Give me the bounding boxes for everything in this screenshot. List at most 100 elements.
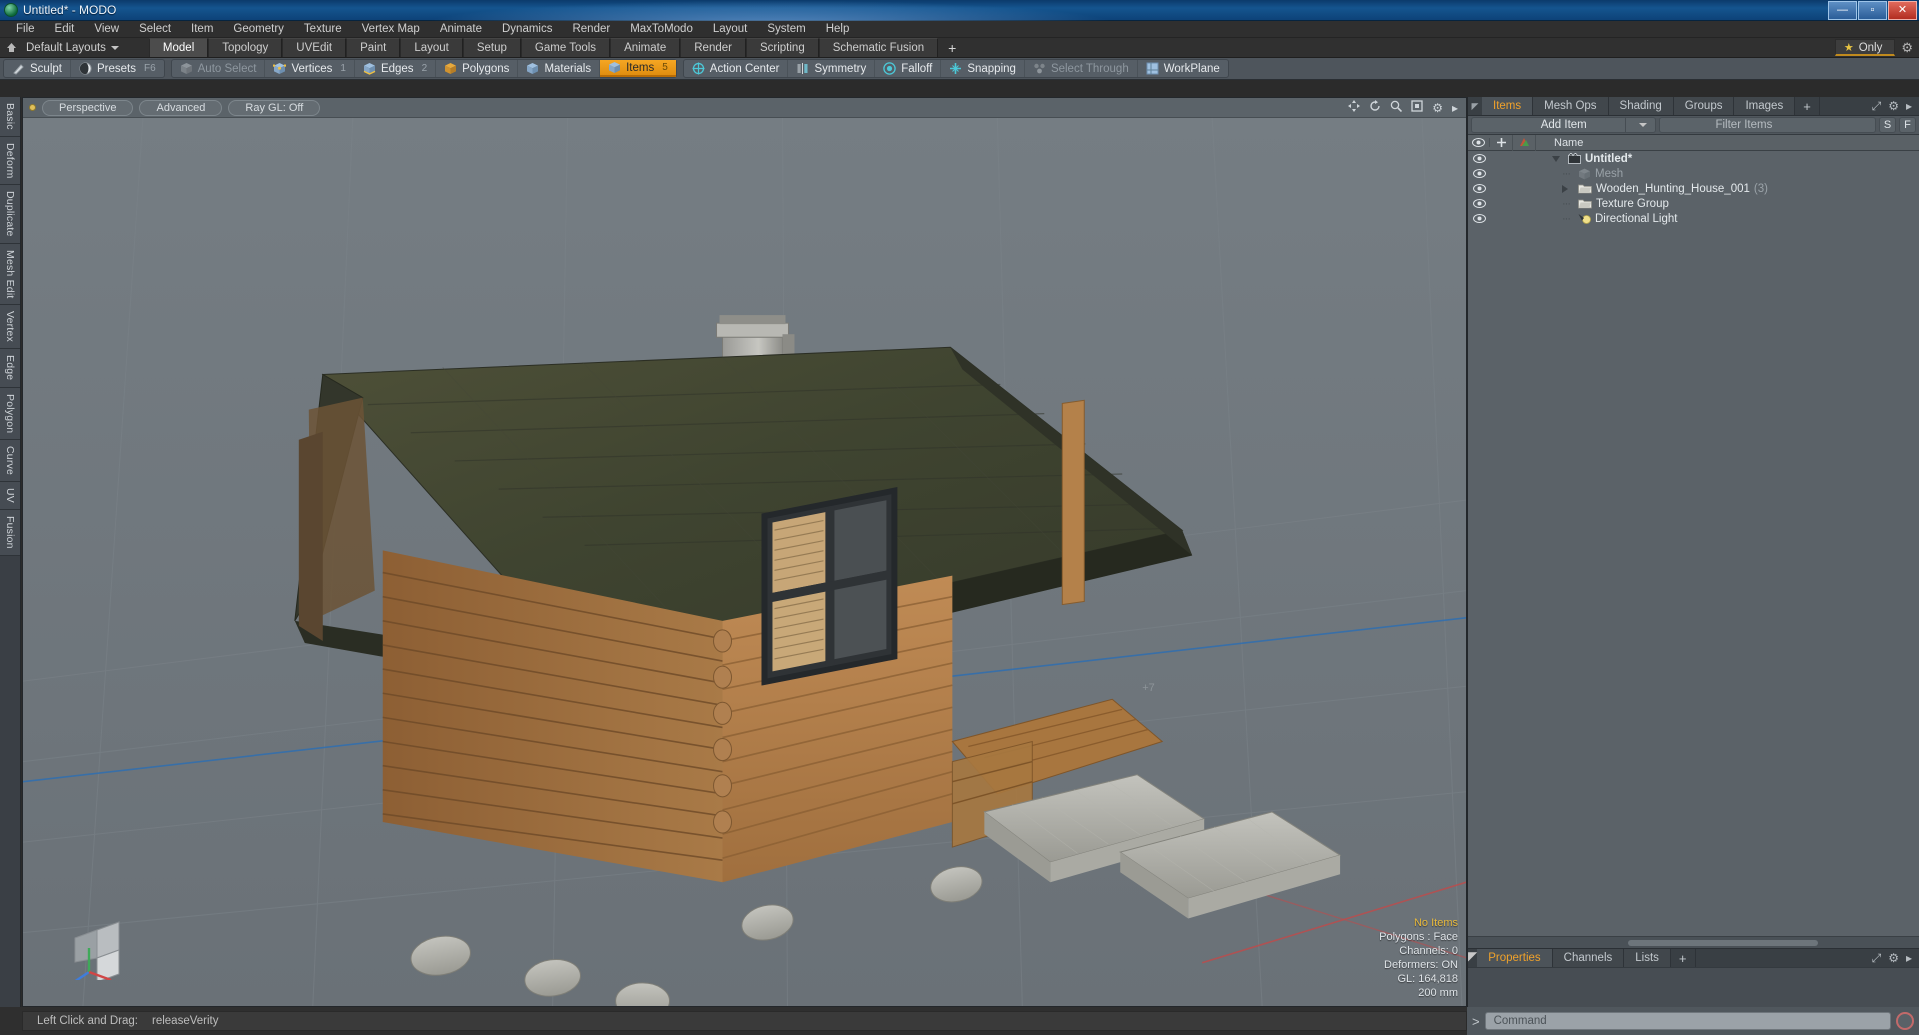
add-layout-tab-button[interactable]: + xyxy=(938,38,967,57)
chevron-down-icon[interactable] xyxy=(1625,118,1655,132)
menu-item-system[interactable]: System xyxy=(757,21,815,38)
items-list[interactable]: Untitled* ··· Mesh Wooden_Hunting_House_001… xyxy=(1468,151,1919,936)
toolbar-button-auto-select[interactable]: Auto Select xyxy=(172,60,266,77)
toolbar-button-polygons[interactable]: Polygons xyxy=(436,60,519,77)
menu-item-help[interactable]: Help xyxy=(816,21,860,38)
viewport-canvas[interactable]: +7 No Items Polygons : Face Channels: 0 … xyxy=(23,118,1466,1006)
toolbar-button-symmetry[interactable]: Symmetry xyxy=(788,60,876,77)
items-list-row[interactable]: ··· Directional Light xyxy=(1468,211,1919,226)
gear-icon[interactable]: ⚙ xyxy=(1888,99,1899,113)
minimize-button[interactable]: — xyxy=(1828,0,1857,20)
viewport-view-mode-button[interactable]: Perspective xyxy=(42,99,134,116)
toolbar-button-edges[interactable]: Edges 2 xyxy=(355,60,437,77)
row-expander-icon[interactable] xyxy=(1552,155,1564,162)
filter-f-button[interactable]: F xyxy=(1899,117,1916,133)
add-panel-tab-button[interactable]: + xyxy=(1795,97,1820,115)
row-visibility-icon[interactable] xyxy=(1468,184,1490,193)
panel-menu-dot-icon[interactable]: ◤ xyxy=(1468,97,1482,115)
only-button[interactable]: ★ Only xyxy=(1834,39,1896,56)
layout-tab-game-tools[interactable]: Game Tools xyxy=(520,38,611,57)
left-tool-tab-edge[interactable]: Edge xyxy=(0,349,20,388)
expand-icon[interactable]: ⤢ xyxy=(1872,951,1882,966)
toolbar-button-action-center[interactable]: Action Center xyxy=(684,60,789,77)
row-name-cell[interactable]: ··· Texture Group xyxy=(1536,198,1919,210)
row-name-cell[interactable]: Wooden_Hunting_House_001 (3) xyxy=(1536,183,1919,195)
menu-item-layout[interactable]: Layout xyxy=(703,21,758,38)
items-list-row[interactable]: ··· Mesh xyxy=(1468,166,1919,181)
panel-tab-items[interactable]: Items xyxy=(1482,97,1534,115)
fit-view-icon[interactable] xyxy=(1411,100,1423,115)
menu-item-edit[interactable]: Edit xyxy=(45,21,85,38)
layout-tab-setup[interactable]: Setup xyxy=(462,38,521,57)
left-tool-tab-curve[interactable]: Curve xyxy=(0,440,20,483)
move-view-icon[interactable] xyxy=(1348,100,1361,115)
layout-tab-animate[interactable]: Animate xyxy=(610,38,681,57)
layout-tab-layout[interactable]: Layout xyxy=(400,38,463,57)
row-name-cell[interactable]: ··· Mesh xyxy=(1536,168,1919,180)
left-tool-tab-basic[interactable]: Basic xyxy=(0,97,20,137)
panel-tab-groups[interactable]: Groups xyxy=(1673,97,1735,115)
home-icon[interactable] xyxy=(0,38,22,57)
viewport-raygl-button[interactable]: Ray GL: Off xyxy=(228,99,321,116)
layout-tab-paint[interactable]: Paint xyxy=(346,38,401,57)
menu-item-select[interactable]: Select xyxy=(129,21,181,38)
row-name-cell[interactable]: Untitled* xyxy=(1536,153,1919,165)
items-list-row[interactable]: Untitled* xyxy=(1468,151,1919,166)
chevron-right-icon[interactable]: ▸ xyxy=(1906,951,1912,965)
toolbar-button-presets[interactable]: Presets F6 xyxy=(71,60,164,77)
toolbar-button-vertices[interactable]: Vertices 1 xyxy=(265,60,355,77)
toolbar-button-select-through[interactable]: Select Through xyxy=(1025,60,1138,77)
layout-tab-model[interactable]: Model xyxy=(148,38,209,57)
menu-item-render[interactable]: Render xyxy=(562,21,620,38)
default-layouts-dropdown[interactable]: Default Layouts xyxy=(22,38,129,57)
toolbar-button-snapping[interactable]: Snapping xyxy=(941,60,1025,77)
gear-icon[interactable]: ⚙ xyxy=(1888,951,1899,965)
menu-item-item[interactable]: Item xyxy=(181,21,223,38)
menu-item-vertex-map[interactable]: Vertex Map xyxy=(352,21,430,38)
viewport-gear-icon[interactable]: ⚙ xyxy=(1432,101,1443,115)
filter-s-button[interactable]: S xyxy=(1879,117,1896,133)
panel-menu-dot-icon[interactable]: ◤ xyxy=(1468,949,1477,967)
row-name-cell[interactable]: ··· Directional Light xyxy=(1536,213,1919,225)
left-tool-tab-polygon[interactable]: Polygon xyxy=(0,387,20,441)
scrollbar-thumb[interactable] xyxy=(1628,939,1818,946)
menu-item-dynamics[interactable]: Dynamics xyxy=(492,21,562,38)
layout-tab-uvedit[interactable]: UVEdit xyxy=(282,38,347,57)
items-list-row[interactable]: ··· Texture Group xyxy=(1468,196,1919,211)
viewport-3d[interactable]: Perspective Advanced Ray GL: Off ⚙ ▸ +7 … xyxy=(22,97,1467,1007)
chevron-right-icon[interactable]: ▸ xyxy=(1906,99,1912,113)
left-tool-tab-deform[interactable]: Deform xyxy=(0,136,20,186)
viewport-expand-icon[interactable]: ▸ xyxy=(1452,101,1458,115)
toolbar-button-falloff[interactable]: Falloff xyxy=(875,60,942,77)
layout-tab-schematic-fusion[interactable]: Schematic Fusion xyxy=(818,38,939,57)
left-tool-tab-vertex[interactable]: Vertex xyxy=(0,305,20,350)
row-visibility-icon[interactable] xyxy=(1468,154,1490,163)
menu-item-texture[interactable]: Texture xyxy=(294,21,352,38)
left-tool-tab-fusion[interactable]: Fusion xyxy=(0,510,20,556)
menu-item-maxtomodo[interactable]: MaxToModo xyxy=(620,21,703,38)
filter-items-input[interactable]: Filter Items xyxy=(1659,117,1876,133)
toolbar-button-sculpt[interactable]: Sculpt xyxy=(4,60,71,77)
properties-tab-properties[interactable]: Properties xyxy=(1477,949,1553,967)
add-properties-tab-button[interactable]: + xyxy=(1670,949,1696,967)
viewport-shading-button[interactable]: Advanced xyxy=(139,99,223,116)
toolbar-button-workplane[interactable]: WorkPlane xyxy=(1138,60,1228,77)
items-list-row[interactable]: Wooden_Hunting_House_001 (3) xyxy=(1468,181,1919,196)
properties-tab-lists[interactable]: Lists xyxy=(1624,949,1671,967)
panel-tab-shading[interactable]: Shading xyxy=(1608,97,1674,115)
items-list-hscrollbar[interactable] xyxy=(1468,936,1919,948)
row-visibility-icon[interactable] xyxy=(1468,169,1490,178)
left-tool-tab-duplicate[interactable]: Duplicate xyxy=(0,185,20,244)
zoom-view-icon[interactable] xyxy=(1390,100,1403,115)
menu-item-view[interactable]: View xyxy=(84,21,129,38)
maximize-button[interactable]: ▫ xyxy=(1858,0,1887,20)
add-item-button[interactable]: Add Item xyxy=(1471,117,1657,133)
close-button[interactable]: ✕ xyxy=(1888,0,1917,20)
row-expander-icon[interactable] xyxy=(1562,184,1574,193)
rotate-view-icon[interactable] xyxy=(1369,100,1381,115)
record-icon[interactable] xyxy=(1896,1012,1914,1030)
layout-tab-render[interactable]: Render xyxy=(680,38,746,57)
gear-icon[interactable]: ⚙ xyxy=(1901,41,1913,54)
toolbar-button-items[interactable]: Items 5 xyxy=(600,60,676,77)
menu-item-file[interactable]: File xyxy=(6,21,45,38)
